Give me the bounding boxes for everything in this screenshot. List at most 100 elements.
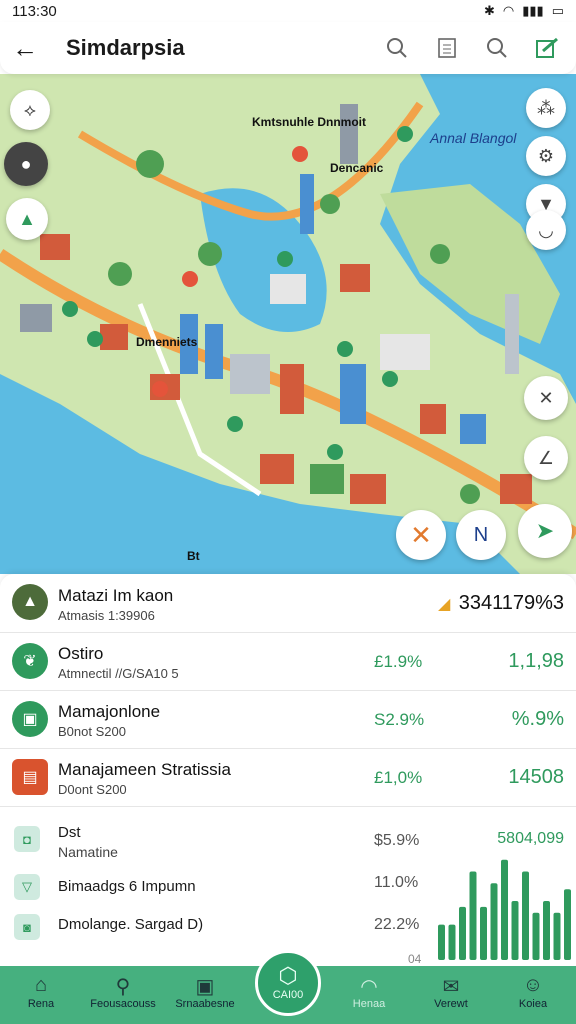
city-map[interactable]: Kmtsnuhle Dnnmoit Dencanic Annal Blangol… xyxy=(0,74,576,574)
avatar[interactable]: ● xyxy=(4,142,48,186)
tools-icon: ✕ xyxy=(538,387,554,408)
tab-profile[interactable]: ☺ Koiea xyxy=(492,966,574,1024)
coupon-icon: ◙ xyxy=(14,914,40,940)
chart-bar xyxy=(543,901,550,960)
row-value: %.9% xyxy=(511,708,564,730)
row-value: 1,1,98 xyxy=(508,650,564,672)
list-item[interactable]: ❦ Ostiro Atmnectil //G/SA10 5 £1.9% 1,1,… xyxy=(0,632,576,691)
tag-icon: ◘ xyxy=(14,826,40,852)
info-panel: ▲ Matazi Im kaon Atmasis 1:39906 ◢ 33411… xyxy=(0,574,576,966)
tab-label: CAI00 xyxy=(272,989,304,1001)
settings-button[interactable]: ⚙ xyxy=(526,136,566,176)
trend-icon: ◢ xyxy=(438,596,451,613)
status-bar: 113:30 ✱ ◠ ▮▮▮ ▭ xyxy=(0,0,576,22)
wifi-icon: ◠ xyxy=(502,3,515,18)
bottom-tab-bar: ⌂ Rena ⚲ Feousacouss ▣ Srnaabesne ⬡ CAI0… xyxy=(0,950,576,1024)
gear-icon: ⚙ xyxy=(537,145,555,166)
row-value: 14508 xyxy=(508,766,564,788)
chart-bar xyxy=(438,924,445,960)
tab-label: Srnaabesne xyxy=(175,998,235,1010)
tab-label: Henaa xyxy=(352,998,386,1010)
chart-item-title: Dmolange. Sargad D) xyxy=(58,916,204,933)
battery-icon: ▭ xyxy=(551,3,564,18)
chart-bar xyxy=(564,889,571,960)
chart-bar xyxy=(501,859,508,960)
row-subtitle: Atmnectil //G/SA10 5 xyxy=(58,666,179,681)
layers-button[interactable]: ⟡ xyxy=(10,90,50,130)
back-arrow-icon[interactable]: ← xyxy=(12,33,48,64)
map-label-m: Dmenniets xyxy=(136,335,198,349)
status-time: 113:30 xyxy=(12,2,57,20)
chart-item-title: Dst xyxy=(58,824,81,841)
row-pct: £1.9% xyxy=(374,652,423,671)
n-icon: N xyxy=(473,523,489,546)
row-subtitle: B0not S200 xyxy=(58,724,126,739)
row-title: Ostiro xyxy=(58,644,104,663)
chart-bar xyxy=(469,871,477,960)
tab-label: Verewt xyxy=(434,998,468,1010)
search-icon[interactable] xyxy=(484,35,510,61)
document-icon: ▤ xyxy=(12,759,48,795)
message-icon: ✉ xyxy=(442,976,460,998)
network-icon: ⁂ xyxy=(537,97,555,118)
leaf-icon: ❦ xyxy=(12,643,48,679)
chart-bar xyxy=(522,871,529,960)
chart-section: ◘ Dst Namatine ▽ Bimaadgs 6 Impumn ◙ Dmo… xyxy=(0,806,576,966)
chart-bar xyxy=(532,912,540,960)
row-title: Mamajonlone xyxy=(58,702,161,721)
row-pct: S2.9% xyxy=(374,710,425,729)
edit-icon[interactable] xyxy=(534,35,560,61)
network-button[interactable]: ⁂ xyxy=(526,88,566,128)
tab-label: Rena xyxy=(27,998,55,1010)
chart-bar xyxy=(553,912,561,960)
row-subtitle: D0ont S200 xyxy=(58,782,127,797)
signal-icon: ▮▮▮ xyxy=(522,3,544,18)
measure-button[interactable]: ∠ xyxy=(524,436,568,480)
zoom-button[interactable]: ◡ xyxy=(526,210,566,250)
chart-bar xyxy=(490,883,498,960)
tab-search[interactable]: ⚲ Feousacouss xyxy=(82,966,164,1024)
tab-wifi[interactable]: ◠ Henaa xyxy=(328,966,410,1024)
chart-bar xyxy=(511,901,519,960)
tab-message[interactable]: ✉ Verewt xyxy=(410,966,492,1024)
route-button[interactable]: ▲ xyxy=(6,198,48,240)
curve-icon: ∠ xyxy=(537,447,555,468)
row-title: Manajameen Stratissia xyxy=(58,760,231,779)
row-pct: £1,0% xyxy=(374,768,423,787)
bluetooth-icon: ✱ xyxy=(483,3,495,18)
chart-bar xyxy=(480,906,487,960)
panel-header[interactable]: ▲ Matazi Im kaon Atmasis 1:39906 ◢ 33411… xyxy=(0,574,576,633)
tree-icon: ▲ xyxy=(18,208,36,229)
map-label-tl: Kmtsnuhle Dnnmoit xyxy=(252,115,366,129)
profile-icon: ☺ xyxy=(522,974,544,996)
curve-icon: ◡ xyxy=(538,219,554,240)
chart-pct: 22.2% xyxy=(374,916,420,933)
chart-item-subtitle: Namatine xyxy=(58,844,118,860)
page-title: Simdarpsia xyxy=(66,35,185,60)
direction-button[interactable]: ➤ xyxy=(518,504,572,558)
mountain-icon: ▲ xyxy=(12,584,48,620)
header-subtitle: Atmasis 1:39906 xyxy=(58,608,155,623)
map-label-c: Dencanic xyxy=(330,161,384,175)
search-icon[interactable] xyxy=(384,35,410,61)
tools-button[interactable]: ✕ xyxy=(524,376,568,420)
close-button[interactable]: ✕ xyxy=(396,510,446,560)
tab-label: Koiea xyxy=(518,998,548,1010)
tab-center[interactable]: ⬡ CAI00 xyxy=(255,950,321,1016)
layers-icon: ⟡ xyxy=(24,99,36,120)
list-item[interactable]: ▣ Mamajonlone B0not S200 S2.9% %.9% xyxy=(0,690,576,749)
hexagon-icon: ⬡ xyxy=(278,963,298,988)
tab-home[interactable]: ⌂ Rena xyxy=(0,966,82,1024)
tab-briefcase[interactable]: ▣ Srnaabesne xyxy=(164,966,246,1024)
search-icon: ⚲ xyxy=(115,976,131,998)
bar-chart xyxy=(438,859,571,960)
header-title: Matazi Im kaon xyxy=(58,586,174,605)
tab-label: Feousacouss xyxy=(90,998,156,1010)
navigate-button[interactable]: N xyxy=(456,510,506,560)
person-icon: ● xyxy=(20,153,32,174)
list-item[interactable]: ▤ Manajameen Stratissia D0ont S200 £1,0%… xyxy=(0,748,576,807)
arrow-icon: ➤ xyxy=(535,518,555,543)
wifi-icon: ◠ xyxy=(360,976,378,998)
chart-pct: $5.9% xyxy=(374,832,420,849)
calculator-icon[interactable] xyxy=(434,35,460,61)
